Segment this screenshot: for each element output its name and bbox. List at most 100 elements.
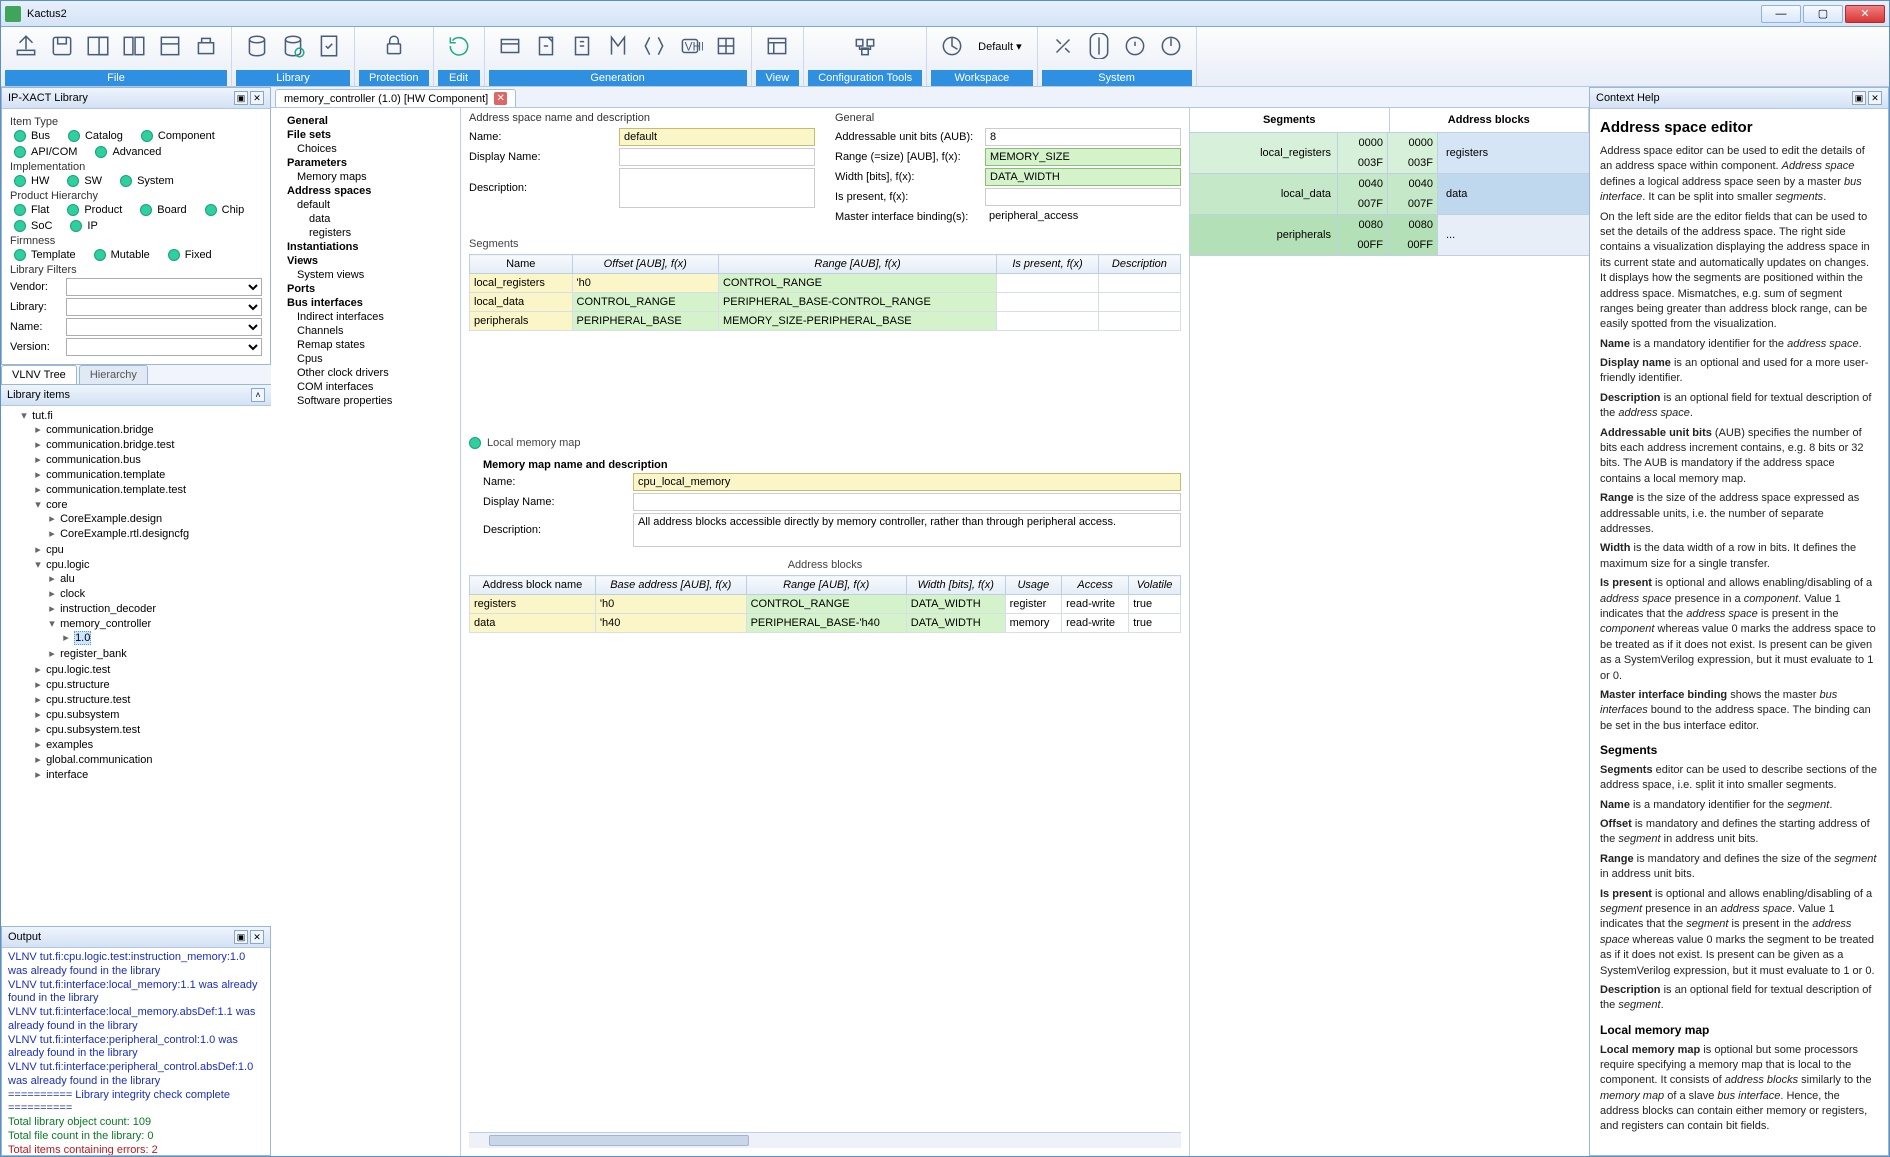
filter-select[interactable] bbox=[66, 278, 262, 296]
tree-item[interactable]: ▸ communication.bus bbox=[33, 452, 267, 467]
range-input[interactable]: MEMORY_SIZE bbox=[985, 148, 1181, 166]
tree-item[interactable]: ▸ communication.bridge.test bbox=[33, 437, 267, 452]
filter-chip[interactable]: System bbox=[120, 175, 174, 187]
ribbon-button[interactable] bbox=[377, 29, 411, 63]
tree-item[interactable]: ▾ memory_controller▸ 1.0 bbox=[47, 616, 267, 646]
width-input[interactable]: DATA_WIDTH bbox=[985, 168, 1181, 186]
nav-item[interactable]: Cpus bbox=[287, 352, 456, 366]
cell-range[interactable]: CONTROL_RANGE bbox=[718, 274, 996, 293]
tree-item[interactable]: ▸ 1.0 bbox=[61, 630, 267, 645]
close-tab-icon[interactable]: ✕ bbox=[494, 92, 507, 105]
filter-chip[interactable]: Board bbox=[140, 204, 186, 216]
nav-item[interactable]: Views bbox=[287, 254, 456, 268]
blocks-table[interactable]: Address block nameBase address [AUB], f(… bbox=[469, 575, 1181, 633]
filter-chip[interactable]: Fixed bbox=[168, 249, 212, 261]
filter-chip[interactable]: Mutable bbox=[94, 249, 150, 261]
nav-item[interactable]: Indirect interfaces bbox=[287, 310, 456, 324]
filter-select[interactable] bbox=[66, 338, 262, 356]
mem-desc-input[interactable]: All address blocks accessible directly b… bbox=[633, 513, 1181, 547]
cell-offset[interactable]: 'h0 bbox=[572, 274, 718, 293]
ribbon-button[interactable] bbox=[45, 29, 79, 63]
segments-table[interactable]: NameOffset [AUB], f(x)Range [AUB], f(x)I… bbox=[469, 254, 1181, 331]
document-tab[interactable]: memory_controller (1.0) [HW Component] ✕ bbox=[275, 89, 516, 107]
display-name-input[interactable] bbox=[619, 148, 815, 166]
filter-select[interactable] bbox=[66, 298, 262, 316]
close-button[interactable]: ✕ bbox=[1845, 5, 1885, 23]
ribbon-button[interactable] bbox=[1082, 29, 1116, 63]
ribbon-button[interactable]: VHD bbox=[673, 29, 707, 63]
undock-icon[interactable]: ▣ bbox=[1852, 91, 1866, 105]
library-tree[interactable]: ▾ tut.fi▸ communication.bridge▸ communic… bbox=[1, 406, 271, 926]
filter-chip[interactable]: IP bbox=[70, 220, 97, 232]
tree-item[interactable]: ▸ communication.template.test bbox=[33, 482, 267, 497]
filter-chip[interactable]: Product bbox=[67, 204, 122, 216]
filter-chip[interactable]: Chip bbox=[205, 204, 245, 216]
minimize-button[interactable]: — bbox=[1761, 5, 1801, 23]
nav-item[interactable]: Choices bbox=[287, 142, 456, 156]
local-mem-toggle[interactable]: Local memory map bbox=[469, 437, 1181, 449]
tree-item[interactable]: ▸ cpu.subsystem.test bbox=[33, 722, 267, 737]
ribbon-button[interactable] bbox=[240, 29, 274, 63]
ribbon-button[interactable] bbox=[848, 29, 882, 63]
ribbon-button[interactable] bbox=[312, 29, 346, 63]
filter-chip[interactable]: Flat bbox=[14, 204, 49, 216]
tree-item[interactable]: ▸ CoreExample.rtl.designcfg bbox=[47, 526, 267, 541]
ribbon-button[interactable] bbox=[153, 29, 187, 63]
workspace-dropdown[interactable]: Default ▾ bbox=[971, 29, 1028, 63]
ribbon-button[interactable] bbox=[189, 29, 223, 63]
undock-icon[interactable]: ▣ bbox=[234, 91, 248, 105]
nav-item[interactable]: Memory maps bbox=[287, 170, 456, 184]
cell-range[interactable]: MEMORY_SIZE-PERIPHERAL_BASE bbox=[718, 312, 996, 331]
nav-item[interactable]: Remap states bbox=[287, 338, 456, 352]
tree-item[interactable]: ▸ cpu.structure bbox=[33, 677, 267, 692]
cell-present[interactable] bbox=[997, 293, 1099, 312]
nav-item[interactable]: COM interfaces bbox=[287, 380, 456, 394]
tree-item[interactable]: ▸ interface bbox=[33, 767, 267, 782]
ribbon-button[interactable] bbox=[760, 29, 794, 63]
ribbon-button[interactable] bbox=[276, 29, 310, 63]
component-nav[interactable]: GeneralFile setsChoicesParametersMemory … bbox=[271, 108, 461, 1156]
cell-present[interactable] bbox=[997, 312, 1099, 331]
nav-item[interactable]: Instantiations bbox=[287, 240, 456, 254]
ribbon-button[interactable] bbox=[493, 29, 527, 63]
ribbon-button[interactable] bbox=[565, 29, 599, 63]
ribbon-button[interactable] bbox=[529, 29, 563, 63]
nav-item[interactable]: registers bbox=[287, 226, 456, 240]
maximize-button[interactable]: ▢ bbox=[1803, 5, 1843, 23]
cell-range[interactable]: PERIPHERAL_BASE-CONTROL_RANGE bbox=[718, 293, 996, 312]
tree-item[interactable]: ▸ examples bbox=[33, 737, 267, 752]
cell-name[interactable]: local_registers bbox=[470, 274, 573, 293]
filter-chip[interactable]: SW bbox=[67, 175, 102, 187]
tree-item[interactable]: ▾ tut.fi▸ communication.bridge▸ communic… bbox=[19, 408, 267, 783]
nav-item[interactable]: default bbox=[287, 198, 456, 212]
ribbon-button[interactable] bbox=[442, 29, 476, 63]
filter-chip[interactable]: Catalog bbox=[68, 130, 123, 142]
ribbon-button[interactable] bbox=[1154, 29, 1188, 63]
description-input[interactable] bbox=[619, 168, 815, 208]
name-input[interactable]: default bbox=[619, 128, 815, 146]
nav-item[interactable]: Ports bbox=[287, 282, 456, 296]
ribbon-button[interactable] bbox=[1046, 29, 1080, 63]
tree-item[interactable]: ▸ register_bank bbox=[47, 646, 267, 661]
aub-input[interactable]: 8 bbox=[985, 128, 1181, 146]
nav-item[interactable]: Other clock drivers bbox=[287, 366, 456, 380]
tree-item[interactable]: ▾ core▸ CoreExample.design▸ CoreExample.… bbox=[33, 497, 267, 542]
tree-item[interactable]: ▸ cpu.structure.test bbox=[33, 692, 267, 707]
tree-item[interactable]: ▸ instruction_decoder bbox=[47, 601, 267, 616]
nav-item[interactable]: Parameters bbox=[287, 156, 456, 170]
cell-name[interactable]: local_data bbox=[470, 293, 573, 312]
ribbon-button[interactable] bbox=[81, 29, 115, 63]
cell-offset[interactable]: PERIPHERAL_BASE bbox=[572, 312, 718, 331]
mem-display-input[interactable] bbox=[633, 493, 1181, 511]
cell-desc[interactable] bbox=[1098, 274, 1180, 293]
cell-present[interactable] bbox=[997, 274, 1099, 293]
tree-item[interactable]: ▸ communication.template bbox=[33, 467, 267, 482]
filter-chip[interactable]: Component bbox=[141, 130, 215, 142]
tree-item[interactable]: ▸ cpu.subsystem bbox=[33, 707, 267, 722]
horizontal-scrollbar[interactable] bbox=[469, 1132, 1181, 1148]
mem-name-input[interactable]: cpu_local_memory bbox=[633, 473, 1181, 491]
tree-item[interactable]: ▸ clock bbox=[47, 586, 267, 601]
library-tab[interactable]: VLNV Tree bbox=[1, 365, 77, 384]
ribbon-button[interactable] bbox=[637, 29, 671, 63]
cell-offset[interactable]: CONTROL_RANGE bbox=[572, 293, 718, 312]
